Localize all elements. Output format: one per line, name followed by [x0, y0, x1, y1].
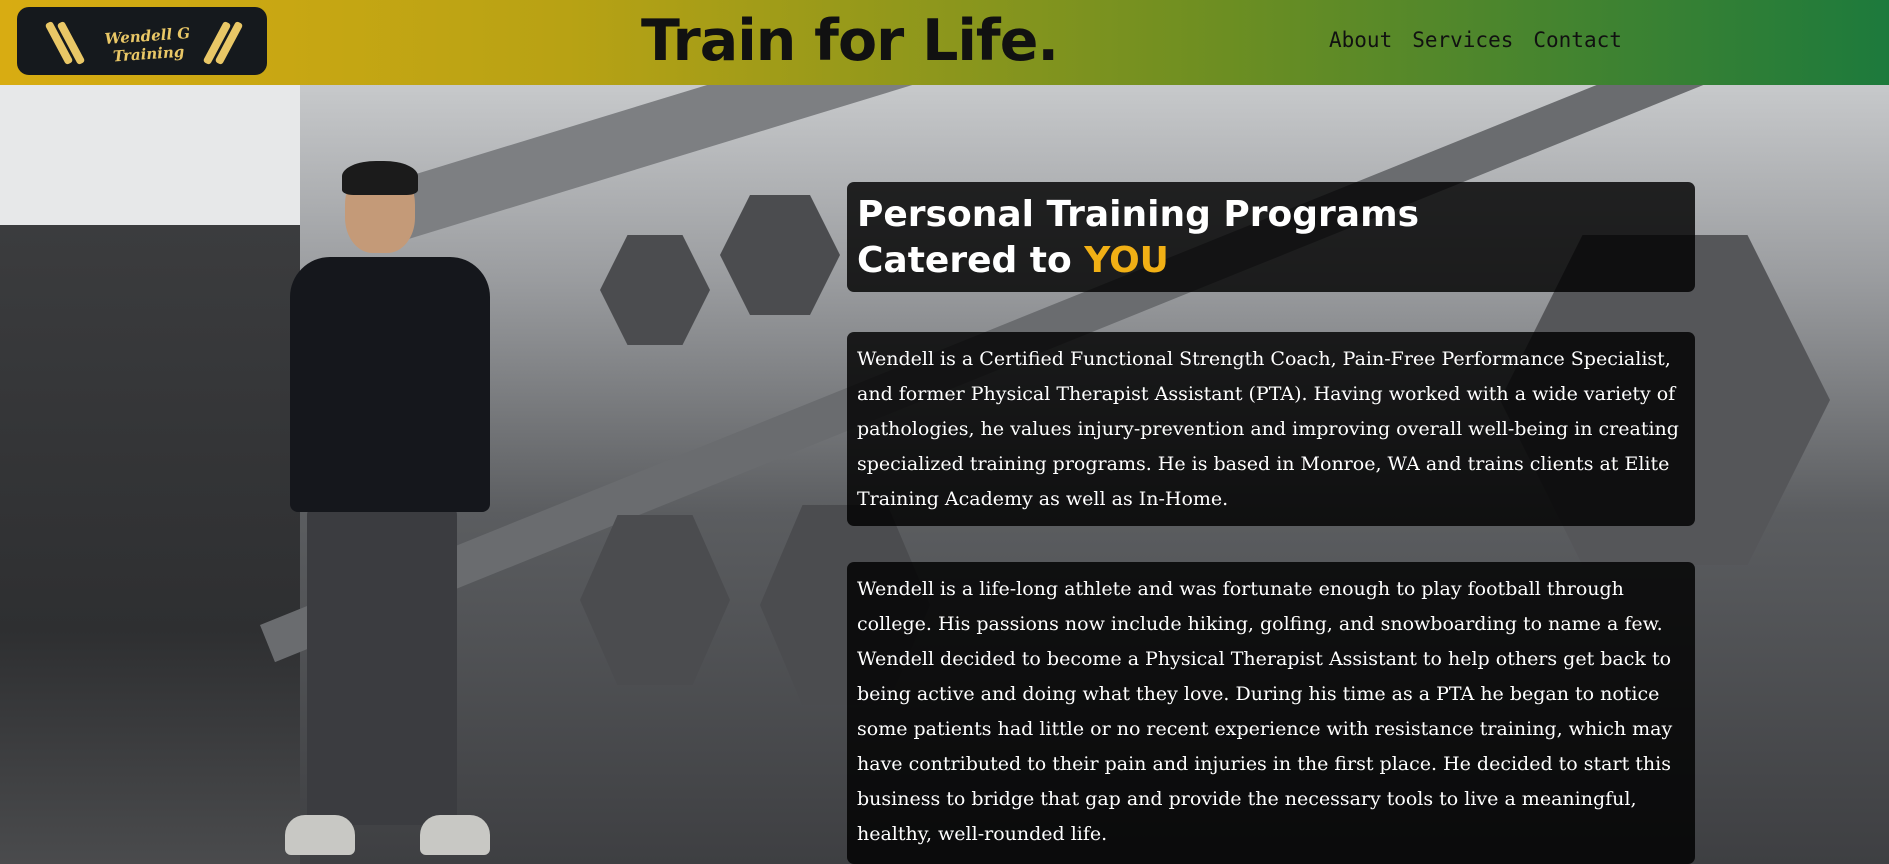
nav-services[interactable]: Services	[1412, 28, 1513, 52]
logo-text: Wendell G Training	[104, 24, 191, 66]
dumbbell-background	[600, 235, 710, 345]
site-title: Train for Life.	[641, 8, 1059, 74]
dumbbell-background	[720, 195, 840, 315]
nav-contact[interactable]: Contact	[1533, 28, 1622, 52]
dumbbell-background	[580, 515, 730, 685]
site-logo[interactable]: Wendell G Training	[17, 7, 267, 75]
bio-box-2: Wendell is a life-long athlete and was f…	[847, 562, 1695, 864]
site-header: Wendell G Training Train for Life. About…	[0, 0, 1889, 85]
headline-box: Personal Training Programs Catered to YO…	[847, 182, 1695, 292]
bio-paragraph-2: Wendell is a life-long athlete and was f…	[857, 578, 1673, 845]
page-headline: Personal Training Programs Catered to YO…	[857, 192, 1577, 284]
bio-box-1: Wendell is a Certified Functional Streng…	[847, 332, 1695, 526]
bio-paragraph-1: Wendell is a Certified Functional Streng…	[857, 348, 1679, 510]
trainer-photo	[285, 161, 495, 864]
nav-about[interactable]: About	[1329, 28, 1392, 52]
main-nav: About Services Contact	[1329, 28, 1622, 52]
gym-wall-background	[0, 85, 300, 864]
headline-accent: YOU	[1084, 240, 1169, 281]
